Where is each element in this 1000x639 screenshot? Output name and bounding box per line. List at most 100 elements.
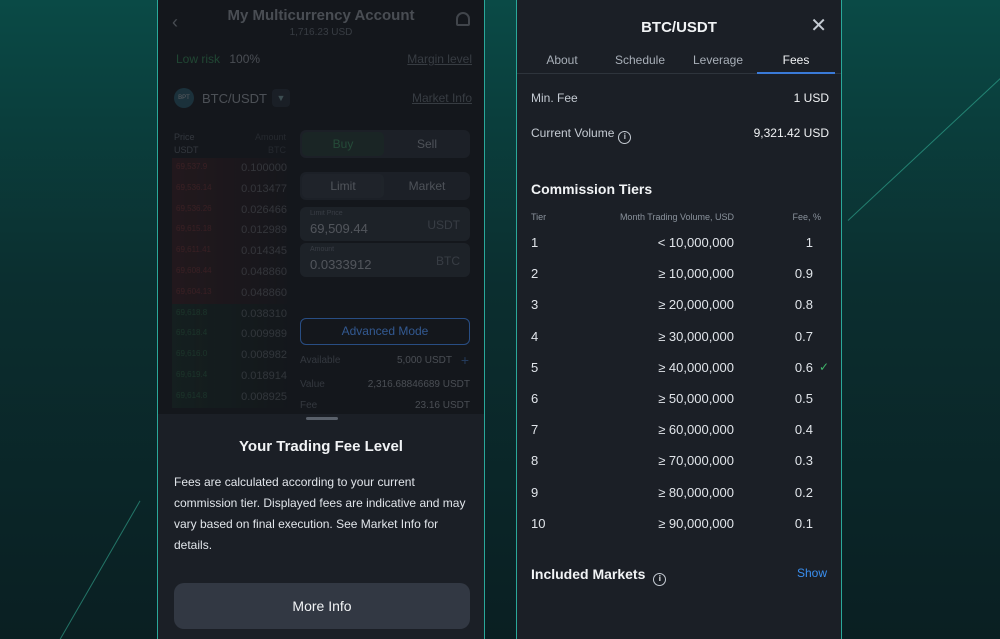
tier-fee: 0.4 [794,422,813,438]
amount-column-header: Amount BTC [254,132,286,155]
market-tab[interactable]: Market [386,174,468,198]
tier-volume: ≥ 60,000,000 [658,422,734,438]
fee-column-header: Fee, % [792,212,821,222]
market-info-link[interactable]: Market Info [412,91,472,105]
tier-row: 5 ≥ 40,000,000 0.6 ✓ [531,357,829,388]
tier-fee: 0.8 [794,297,813,313]
tier-number: 8 [531,453,539,469]
orderbook-price: 69,604.13 [176,286,212,296]
orderbook-price: 69,611.41 [176,245,211,255]
current-volume-value: 9,321.42 USD [753,126,829,140]
available-row: Available 5,000 USDT + [300,353,472,367]
orderbook-row[interactable]: 69,614.8 0.008925 [172,386,287,408]
orderbook-row[interactable]: 69,537.9 0.100000 [172,158,287,179]
tab-leverage[interactable]: Leverage [687,53,749,67]
orderbook-row[interactable]: 69,604.13 0.048860 [172,282,287,304]
bell-icon[interactable] [456,12,470,26]
account-title[interactable]: My Multicurrency Account [158,7,484,24]
tier-row: 8 ≥ 70,000,000 0.3 [531,450,829,481]
orderbook-row[interactable]: 69,615.18 0.012989 [172,220,287,242]
orderbook-header: Price USDT Amount BTC [174,131,286,157]
orderbook-amount: 0.048860 [241,265,287,278]
sell-tab[interactable]: Sell [386,132,468,156]
tier-row: 2 ≥ 10,000,000 0.9 [531,263,829,294]
fees-screen: BTC/USDT ✕ About Schedule Leverage Fees … [516,0,842,639]
orderbook-amount: 0.038310 [241,307,287,320]
tier-number: 9 [531,484,539,500]
tier-fee: 0.6 [794,359,813,375]
tier-row: 10 ≥ 90,000,000 0.1 [531,513,829,544]
close-icon[interactable]: ✕ [810,16,827,36]
orderbook-price: 69,608.44 [176,265,212,275]
tier-number: 4 [531,328,539,344]
tier-row: 3 ≥ 20,000,000 0.8 [531,294,829,325]
buy-tab[interactable]: Buy [302,132,384,156]
tab-fees[interactable]: Fees [765,53,827,67]
orderbook-price: 69,536.14 [176,182,212,192]
pair-name[interactable]: BTC/USDT [202,91,267,106]
orderbook-amount: 0.009989 [241,328,287,341]
tier-row: 6 ≥ 50,000,000 0.5 [531,388,829,419]
tier-volume: ≥ 50,000,000 [658,390,734,406]
orderbook-row[interactable]: 69,618.8 0.038310 [172,303,287,325]
tab-bar: About Schedule Leverage Fees [517,50,841,74]
orderbook-amount: 0.018914 [241,369,287,382]
tier-number: 2 [531,266,539,282]
info-icon[interactable]: i [653,573,667,586]
advanced-mode-button[interactable]: Advanced Mode [300,318,470,345]
orderbook-price: 69,615.18 [176,224,212,234]
risk-label: Low risk [176,52,221,66]
orderbook: 69,537.9 0.100000 69,536.14 0.013477 69,536.… [172,158,287,408]
order-type-toggle: Limit Market [300,172,470,200]
tier-volume: ≥ 30,000,000 [658,328,734,344]
limit-tab[interactable]: Limit [302,174,384,198]
tier-number: 1 [531,235,539,250]
tab-schedule[interactable]: Schedule [609,53,671,67]
min-fee-row: Min. Fee 1 USD [531,91,829,105]
show-markets-link[interactable]: Show [797,566,827,580]
tier-fee: 1 [805,235,813,250]
tier-number: 7 [531,422,539,438]
orderbook-row[interactable]: 69,619.4 0.018914 [172,365,287,387]
current-volume-row: Current Volume i 9,321.42 USD [531,126,829,144]
tier-fee: 0.2 [794,484,813,500]
orderbook-price: 69,614.8 [176,390,208,400]
orderbook-row[interactable]: 69,616.0 0.008982 [172,345,287,366]
tier-volume: < 10,000,000 [657,235,734,250]
margin-level-link[interactable]: Margin level [407,52,472,66]
amount-field[interactable]: Amount 0.0333912 BTC [300,243,470,277]
orderbook-row[interactable]: 69,536.26 0.026466 [172,199,287,221]
buy-sell-toggle: Buy Sell [300,130,470,158]
included-markets-title: Included Markets i [531,566,667,586]
orderbook-amount: 0.008982 [241,349,287,362]
pair-selector[interactable]: BPT BTC/USDT ▼ Market Info [174,88,472,110]
tier-row: 9 ≥ 80,000,000 0.2 [531,482,829,513]
orderbook-price: 69,618.4 [176,328,208,338]
orderbook-row[interactable]: 69,618.4 0.009989 [172,324,287,346]
orderbook-row[interactable]: 69,536.14 0.013477 [172,178,287,200]
tier-number: 6 [531,390,539,406]
background-line [847,70,1000,221]
orderbook-row[interactable]: 69,608.44 0.048860 [172,261,287,283]
sheet-description: Fees are calculated according to your cu… [174,475,466,552]
tab-about[interactable]: About [531,53,593,67]
fee-level-sheet: Your Trading Fee Level Fees are calculat… [158,414,484,639]
plus-icon[interactable]: + [458,353,472,367]
tier-volume: ≥ 90,000,000 [658,515,734,531]
orderbook-row[interactable]: 69,611.41 0.014345 [172,241,287,262]
orderbook-amount: 0.100000 [241,162,287,174]
risk-value: 100% [229,52,261,66]
orderbook-amount: 0.026466 [241,203,287,216]
tier-number: 3 [531,297,539,313]
tiers-table-header: Tier Month Trading Volume, USD Fee, % [531,212,823,222]
chevron-down-icon[interactable]: ▼ [272,89,290,107]
commission-tiers-title: Commission Tiers [531,181,653,197]
limit-price-field[interactable]: Limit Price 69,509.44 USDT [300,207,470,241]
risk-row: Low risk 100% Margin level [176,52,472,66]
sheet-drag-handle[interactable] [306,417,338,420]
tier-volume: ≥ 10,000,000 [658,266,734,282]
info-icon[interactable]: i [618,131,632,144]
more-info-button[interactable]: More Info [174,583,470,629]
trading-screen: ‹ My Multicurrency Account 1,716.23 USD … [157,0,485,639]
orderbook-amount: 0.048860 [241,286,287,299]
